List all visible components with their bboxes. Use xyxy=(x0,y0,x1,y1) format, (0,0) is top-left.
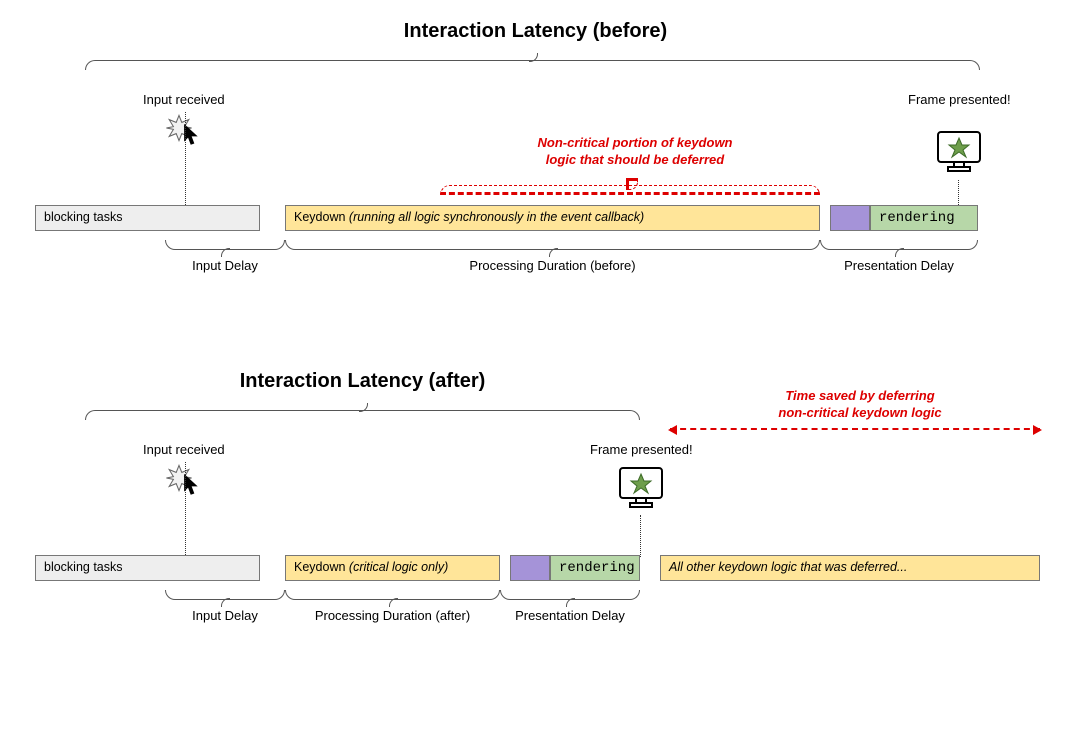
blocking-tasks-bar: blocking tasks xyxy=(35,555,260,581)
annotation-text: Non-critical portion of keydownlogic tha… xyxy=(510,135,760,169)
input-marker-line xyxy=(185,112,186,207)
brace-total-before xyxy=(85,60,980,70)
brace-presentation xyxy=(820,240,978,250)
frame-presented-label: Frame presented! xyxy=(590,442,693,457)
processing-label: Processing Duration (after) xyxy=(315,608,470,623)
keydown-bar: Keydown (running all logic synchronously… xyxy=(285,205,820,231)
presentation-label: Presentation Delay xyxy=(515,608,625,623)
frame-marker-line xyxy=(640,515,641,557)
rendering-bar: rendering xyxy=(870,205,978,231)
frame-marker-line xyxy=(958,180,959,207)
keydown-bar: Keydown (critical logic only) xyxy=(285,555,500,581)
before-timeline: blocking tasks Keydown (running all logi… xyxy=(20,205,1051,233)
rendering-bar: rendering xyxy=(550,555,640,581)
purple-bar xyxy=(510,555,550,581)
input-received-label: Input received xyxy=(143,442,225,457)
input-delay-label: Input Delay xyxy=(192,258,258,273)
brace-input-delay xyxy=(165,240,285,250)
input-delay-label: Input Delay xyxy=(192,608,258,623)
deferred-bar: All other keydown logic that was deferre… xyxy=(660,555,1040,581)
annotation-brace xyxy=(440,185,820,195)
brace-input-delay xyxy=(165,590,285,600)
processing-label: Processing Duration (before) xyxy=(469,258,635,273)
after-section: Interaction Latency (after) Input receiv… xyxy=(20,370,1051,680)
monitor-icon xyxy=(936,130,982,174)
blocking-tasks-bar: blocking tasks xyxy=(35,205,260,231)
before-section: Interaction Latency (before) Input recei… xyxy=(20,20,1051,330)
input-marker-line xyxy=(185,462,186,557)
presentation-label: Presentation Delay xyxy=(844,258,954,273)
after-title: Interaction Latency (after) xyxy=(20,370,705,393)
input-received-label: Input received xyxy=(143,92,225,107)
brace-presentation xyxy=(500,590,640,600)
after-timeline: blocking tasks Keydown (critical logic o… xyxy=(20,555,1051,583)
purple-bar xyxy=(830,205,870,231)
monitor-icon xyxy=(618,466,664,510)
annotation-text: Time saved by deferringnon-critical keyd… xyxy=(755,388,965,422)
frame-presented-label: Frame presented! xyxy=(908,92,1011,107)
before-title: Interaction Latency (before) xyxy=(20,20,1051,43)
time-saved-arrow xyxy=(670,428,1040,430)
brace-total-after xyxy=(85,410,640,420)
brace-processing xyxy=(285,240,820,250)
brace-processing xyxy=(285,590,500,600)
